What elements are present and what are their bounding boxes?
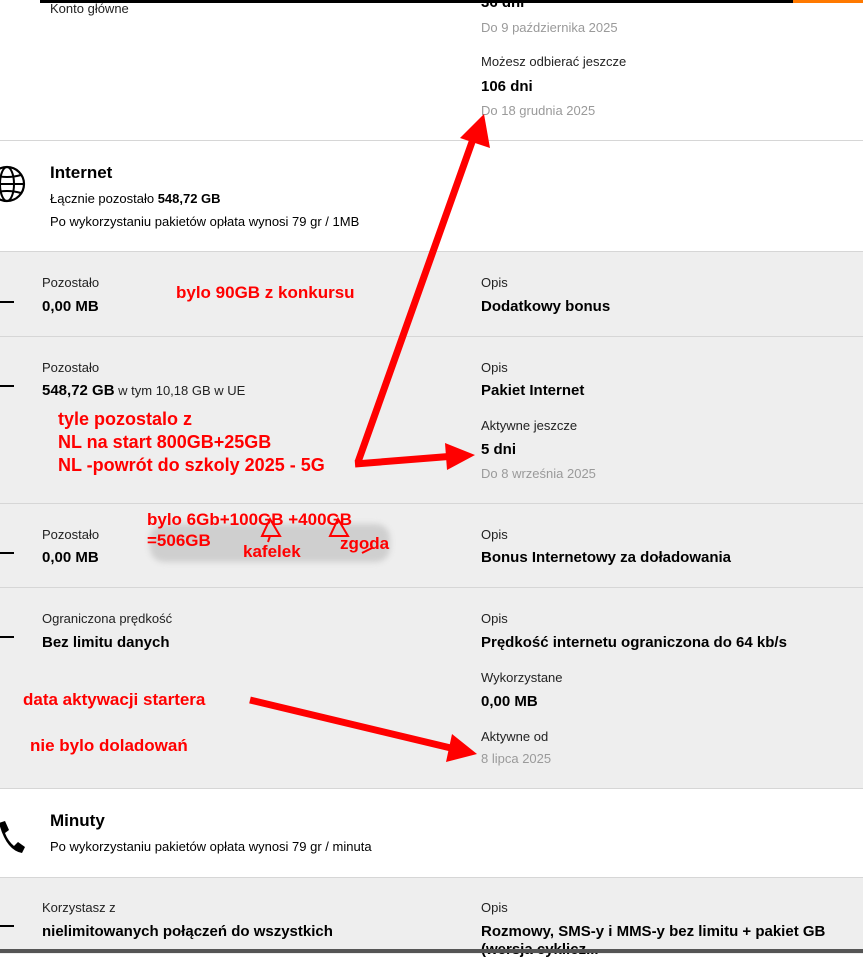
arrow-to-zgoda (328, 516, 373, 554)
annotation-arrows (249, 114, 490, 762)
arrow-to-activation-date (249, 696, 477, 762)
arrow-to-receive-date (354, 114, 490, 464)
arrow-to-active-date (354, 443, 475, 470)
arrow-to-kafelek (260, 516, 282, 543)
